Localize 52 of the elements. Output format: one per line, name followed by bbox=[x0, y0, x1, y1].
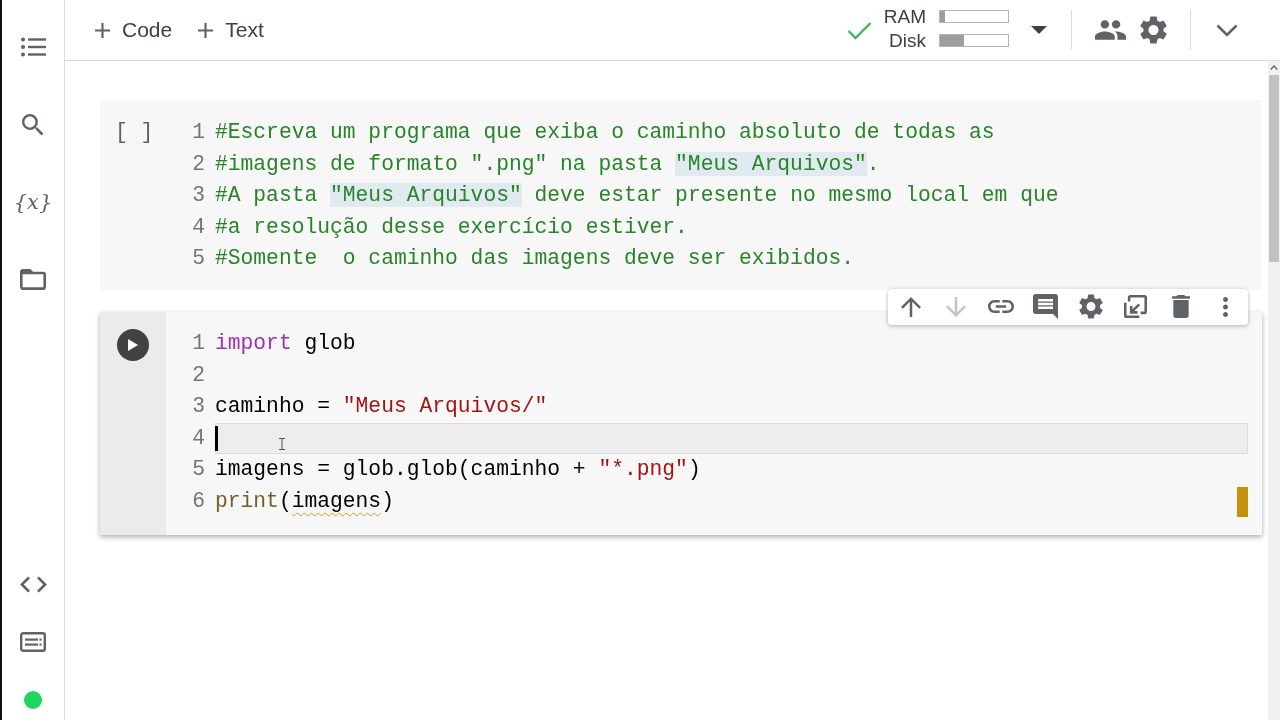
search-icon[interactable] bbox=[22, 113, 44, 136]
people-icon[interactable] bbox=[1095, 20, 1126, 40]
code-line: caminho = "Meus Arquivos/" bbox=[215, 393, 548, 421]
scrollbar-thumb[interactable] bbox=[1269, 75, 1279, 262]
ibeam-pointer-icon bbox=[279, 437, 285, 450]
line-number: 3 bbox=[191, 393, 206, 421]
code-line: print(imagens) bbox=[215, 487, 394, 515]
arrow-up-icon[interactable] bbox=[900, 296, 921, 317]
settings-icon[interactable] bbox=[1078, 294, 1103, 320]
code-line: #imagens de formato ".png" na pasta "Meus Arquivos". bbox=[215, 150, 880, 178]
plus-icon bbox=[198, 22, 214, 38]
chevron-down-icon[interactable] bbox=[1216, 23, 1238, 37]
terminal-icon[interactable] bbox=[20, 632, 46, 652]
line-number: 2 bbox=[191, 150, 206, 178]
line-number: 6 bbox=[191, 487, 206, 515]
caret-down-icon[interactable] bbox=[1031, 26, 1047, 34]
code-line: #a resolução desse exercício estiver. bbox=[215, 213, 688, 241]
line-number: 5 bbox=[191, 245, 206, 273]
code-line: #A pasta "Meus Arquivos" deve estar presente no mesmo local em que bbox=[215, 182, 1059, 210]
play-icon bbox=[128, 338, 138, 351]
line-number: 4 bbox=[191, 424, 206, 452]
run-button[interactable] bbox=[117, 328, 149, 361]
code-line: #Somente o caminho das imagens deve ser exibidos. bbox=[215, 245, 854, 273]
line-number: 3 bbox=[191, 182, 206, 210]
settings-icon[interactable] bbox=[1140, 16, 1167, 44]
code-icon[interactable] bbox=[19, 575, 47, 593]
link-icon[interactable] bbox=[987, 300, 1014, 314]
line-number: 5 bbox=[191, 456, 206, 484]
warning-marker-icon bbox=[1237, 486, 1248, 517]
scrollbar[interactable] bbox=[1268, 61, 1280, 720]
more-options-icon[interactable] bbox=[1223, 296, 1228, 317]
delete-icon[interactable] bbox=[1171, 295, 1190, 319]
resource-label: RAM bbox=[883, 4, 926, 29]
insert-cell-button[interactable]: Code bbox=[87, 10, 181, 50]
insert-cell-button[interactable]: Text bbox=[190, 10, 272, 50]
line-number: 4 bbox=[191, 213, 206, 241]
plus-icon bbox=[95, 22, 110, 38]
folder-icon[interactable] bbox=[20, 269, 46, 290]
line-number: 1 bbox=[191, 119, 206, 146]
squares-arrow-icon[interactable] bbox=[1124, 295, 1147, 319]
list-icon[interactable] bbox=[20, 37, 46, 57]
variables-button[interactable]: {x} bbox=[13, 191, 53, 213]
code-line: import glob bbox=[215, 329, 356, 357]
comment-icon[interactable] bbox=[1033, 294, 1058, 320]
line-number: 1 bbox=[191, 329, 206, 357]
resource-label: Disk bbox=[888, 28, 926, 53]
line-number: 2 bbox=[191, 361, 206, 389]
text-cursor-icon bbox=[215, 425, 218, 451]
execution-count: [ ] bbox=[114, 119, 155, 146]
status-dot-icon bbox=[24, 691, 42, 709]
code-line: imagens = glob.glob(caminho + "*.png") bbox=[215, 456, 701, 484]
code-line: #Escreva um programa que exiba o caminho absoluto de todas as bbox=[215, 119, 995, 146]
